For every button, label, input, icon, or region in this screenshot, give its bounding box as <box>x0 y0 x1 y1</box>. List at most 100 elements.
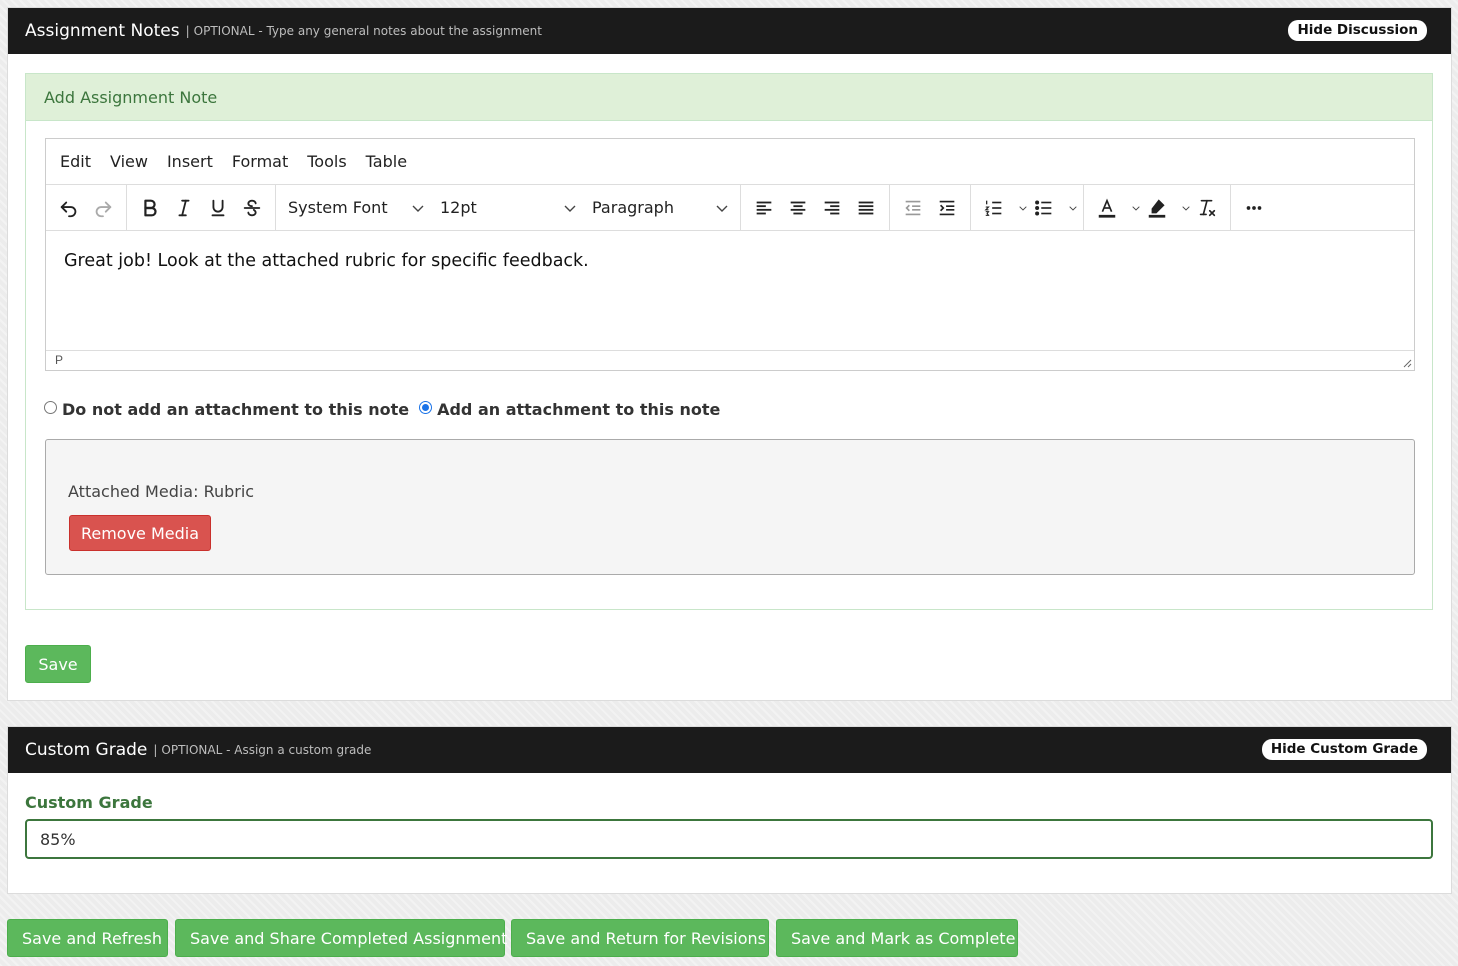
text-color-button[interactable] <box>1090 191 1124 225</box>
more-horizontal-icon <box>1246 205 1262 210</box>
bold-button[interactable] <box>133 191 167 225</box>
underline-icon <box>211 199 225 216</box>
align-right-button[interactable] <box>815 191 849 225</box>
menu-tools[interactable]: Tools <box>307 152 346 171</box>
save-and-return-button[interactable]: Save and Return for Revisions <box>511 919 769 957</box>
rich-text-editor: Edit View Insert Format Tools Table Syst… <box>45 138 1415 371</box>
chevron-down-icon <box>1182 205 1190 211</box>
numbered-list-menu[interactable] <box>1011 191 1027 225</box>
assignment-notes-panel: Assignment Notes | OPTIONAL - Type any ge… <box>7 7 1452 701</box>
justify-icon <box>858 201 874 214</box>
editor-toolbar: System Font 12pt Paragraph <box>46 185 1414 231</box>
save-and-complete-button[interactable]: Save and Mark as Complete <box>776 919 1018 957</box>
assignment-notes-title: Assignment Notes <box>25 21 180 41</box>
text-color-menu[interactable] <box>1124 191 1140 225</box>
bullet-list-menu[interactable] <box>1061 191 1077 225</box>
font-group: System Font 12pt Paragraph <box>276 185 741 230</box>
text-color-icon <box>1098 198 1116 218</box>
chevron-down-icon <box>1019 205 1027 211</box>
more-options-button[interactable] <box>1237 191 1271 225</box>
justify-button[interactable] <box>849 191 883 225</box>
resize-handle-icon[interactable] <box>1402 358 1412 368</box>
menu-edit[interactable]: Edit <box>60 152 91 171</box>
editor-statusbar: P <box>46 350 1414 370</box>
outdent-button[interactable] <box>896 191 930 225</box>
hide-discussion-button[interactable]: Hide Discussion <box>1288 20 1427 41</box>
menu-table[interactable]: Table <box>366 152 407 171</box>
assignment-notes-subtitle-text: OPTIONAL - Type any general notes about … <box>193 24 542 38</box>
custom-grade-input[interactable] <box>25 819 1433 859</box>
more-group <box>1231 185 1277 230</box>
chevron-down-icon <box>716 205 728 212</box>
custom-grade-panel: Custom Grade | OPTIONAL - Assign a custom… <box>7 726 1452 894</box>
attached-media-label: Attached Media: Rubric <box>68 482 255 501</box>
chevron-down-icon <box>1069 205 1077 211</box>
highlight-menu[interactable] <box>1174 191 1190 225</box>
numbered-list-icon <box>984 200 1002 216</box>
color-group <box>1084 185 1231 230</box>
no-attachment-label[interactable]: Do not add an attachment to this note <box>62 400 409 419</box>
redo-icon <box>95 201 112 217</box>
chevron-down-icon <box>412 205 424 212</box>
clear-formatting-icon <box>1199 199 1216 216</box>
font-size-select[interactable]: 12pt <box>432 191 584 225</box>
indent-icon <box>939 200 955 215</box>
undo-icon <box>60 201 77 217</box>
bullet-list-button[interactable] <box>1027 191 1061 225</box>
save-and-refresh-button[interactable]: Save and Refresh <box>7 919 168 957</box>
title-separator: | <box>153 743 158 757</box>
bullet-list-icon <box>1035 199 1052 216</box>
add-attachment-label[interactable]: Add an attachment to this note <box>437 400 720 419</box>
custom-grade-label: Custom Grade <box>25 793 153 812</box>
add-attachment-radio[interactable] <box>419 401 433 414</box>
add-note-card: Add Assignment Note Edit View Insert For… <box>25 73 1433 610</box>
indent-group <box>890 185 971 230</box>
hide-custom-grade-button[interactable]: Hide Custom Grade <box>1261 739 1427 760</box>
custom-grade-header: Custom Grade | OPTIONAL - Assign a custom… <box>8 727 1451 773</box>
chevron-down-icon <box>1132 205 1140 211</box>
outdent-icon <box>905 200 921 215</box>
no-attachment-radio[interactable] <box>44 401 57 414</box>
menu-insert[interactable]: Insert <box>167 152 213 171</box>
custom-grade-title: Custom Grade <box>25 740 148 760</box>
align-left-icon <box>756 201 772 214</box>
menu-view[interactable]: View <box>110 152 148 171</box>
save-and-share-button[interactable]: Save and Share Completed Assignment <box>175 919 507 957</box>
remove-media-button[interactable]: Remove Media <box>69 515 211 551</box>
custom-grade-subtitle: | OPTIONAL - Assign a custom grade <box>153 743 371 757</box>
list-group <box>971 185 1084 230</box>
italic-button[interactable] <box>167 191 201 225</box>
clear-formatting-button[interactable] <box>1190 191 1224 225</box>
menu-format[interactable]: Format <box>232 152 288 171</box>
block-format-select[interactable]: Paragraph <box>584 191 736 225</box>
title-separator: | <box>185 24 190 38</box>
font-family-select[interactable]: System Font <box>280 191 432 225</box>
block-format-value: Paragraph <box>592 198 674 217</box>
history-group <box>46 185 127 230</box>
align-right-icon <box>824 201 840 214</box>
attached-media-box: Attached Media: Rubric Remove Media <box>45 439 1415 575</box>
custom-grade-subtitle-text: OPTIONAL - Assign a custom grade <box>161 743 372 757</box>
align-left-button[interactable] <box>747 191 781 225</box>
numbered-list-button[interactable] <box>977 191 1011 225</box>
attachment-options: Do not add an attachment to this note Ad… <box>44 400 730 419</box>
save-note-button[interactable]: Save <box>25 645 91 683</box>
italic-icon <box>178 199 190 216</box>
element-path[interactable]: P <box>55 353 63 367</box>
add-note-card-title: Add Assignment Note <box>26 74 1432 121</box>
highlight-button[interactable] <box>1140 191 1174 225</box>
highlighter-icon <box>1148 198 1166 218</box>
undo-button[interactable] <box>52 191 86 225</box>
align-center-icon <box>790 201 806 214</box>
text-style-group <box>127 185 276 230</box>
indent-button[interactable] <box>930 191 964 225</box>
redo-button[interactable] <box>86 191 120 225</box>
bold-icon <box>144 199 157 216</box>
align-center-button[interactable] <box>781 191 815 225</box>
align-group <box>741 185 890 230</box>
assignment-notes-header: Assignment Notes | OPTIONAL - Type any ge… <box>8 8 1451 54</box>
editor-content[interactable]: Great job! Look at the attached rubric f… <box>46 231 1414 350</box>
underline-button[interactable] <box>201 191 235 225</box>
assignment-notes-subtitle: | OPTIONAL - Type any general notes about… <box>186 24 542 38</box>
strikethrough-button[interactable] <box>235 191 269 225</box>
